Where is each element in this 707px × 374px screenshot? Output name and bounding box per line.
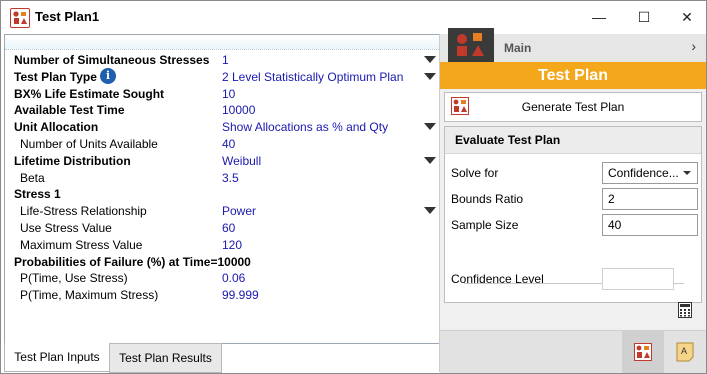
minimize-button[interactable]: — <box>576 1 622 33</box>
grid-top-strip <box>5 35 439 50</box>
control-panel: Main › Test Plan Generate Test Plan Eval… <box>439 28 706 373</box>
property-row[interactable]: Unit Allocation Show Allocations as % and… <box>5 119 439 136</box>
property-row[interactable]: BX% Life Estimate Sought 10 <box>5 86 439 103</box>
window-title: Test Plan1 <box>35 9 100 24</box>
info-icon[interactable]: i <box>100 67 116 84</box>
evaluate-test-plan-panel: Evaluate Test Plan Solve for Confidence.… <box>444 126 702 303</box>
property-value[interactable]: 40 <box>222 137 235 151</box>
chevron-down-icon <box>683 171 691 175</box>
test-plan-properties-grid: Number of Simultaneous Stresses 1 Test Pla… <box>4 34 440 344</box>
property-label: Number of Simultaneous Stresses <box>14 53 210 67</box>
property-value[interactable]: 10000 <box>222 103 255 117</box>
property-row[interactable]: Test Plan Type i 2 Level Statistically Opt… <box>5 67 439 86</box>
property-label: Available Test Time <box>14 103 125 118</box>
property-value[interactable]: 120 <box>222 238 242 252</box>
main-label: Main <box>504 41 532 55</box>
property-row[interactable]: Probabilities of Failure (%) at Time=100… <box>5 254 439 271</box>
property-value[interactable]: 99.999 <box>222 288 259 302</box>
calculator-icon[interactable] <box>678 302 692 318</box>
confidence-level-label: Confidence Level <box>451 272 544 286</box>
property-value[interactable]: Power <box>222 204 256 218</box>
test-plan-logo-icon <box>448 28 494 62</box>
evaluate-test-plan-header: Evaluate Test Plan <box>445 127 701 154</box>
property-value[interactable]: 3.5 <box>222 171 239 185</box>
test-plan-window: Test Plan1 — ☐ ✕ Number of Simultaneous … <box>0 0 707 374</box>
generate-test-plan-label: Generate Test Plan <box>521 100 625 114</box>
evaluate-test-plan-title: Evaluate Test Plan <box>455 133 561 147</box>
property-row[interactable]: Maximum Stress Value 120 <box>5 237 439 254</box>
maximize-button[interactable]: ☐ <box>621 1 667 33</box>
property-label: Unit Allocation <box>14 120 99 135</box>
close-icon: ✕ <box>681 8 693 25</box>
property-value[interactable]: Show Allocations as % and Qty <box>222 120 388 134</box>
generate-test-plan-button[interactable]: Generate Test Plan <box>444 92 702 122</box>
property-label: Number of Units Available <box>20 137 158 151</box>
property-value[interactable]: Weibull <box>222 154 261 168</box>
property-label: BX% Life Estimate Sought <box>14 86 165 101</box>
tab-test-plan-results[interactable]: Test Plan Results <box>109 343 222 373</box>
property-row[interactable]: Stress 1 <box>5 186 439 203</box>
test-plan-app-icon <box>10 8 30 28</box>
solve-for-label: Solve for <box>451 166 499 180</box>
test-plan-view-button[interactable] <box>622 331 664 373</box>
property-value[interactable]: 2 Level Statistically Optimum Plan <box>222 70 403 84</box>
control-panel-footer: A <box>440 330 706 373</box>
sample-size-label: Sample Size <box>451 218 519 232</box>
property-label: Probabilities of Failure (%) at Time=100… <box>14 254 251 269</box>
notes-button[interactable]: A <box>664 331 706 373</box>
solve-for-value: Confidence... <box>608 166 679 180</box>
close-button[interactable]: ✕ <box>664 1 707 33</box>
dropdown-arrow-icon[interactable] <box>424 72 436 80</box>
property-value[interactable]: 0.06 <box>222 271 245 285</box>
solve-for-select[interactable]: Confidence... <box>602 162 698 184</box>
dropdown-arrow-icon[interactable] <box>424 207 436 215</box>
svg-text:A: A <box>681 346 687 356</box>
property-row[interactable]: P(Time, Use Stress) 0.06 <box>5 270 439 287</box>
main-section-header[interactable]: Main › <box>440 28 706 62</box>
sample-size-value: 40 <box>608 218 622 232</box>
property-label: P(Time, Use Stress) <box>20 271 128 286</box>
property-row[interactable]: P(Time, Maximum Stress) 99.999 <box>5 287 439 304</box>
property-label: Beta <box>20 170 45 185</box>
property-row[interactable]: Use Stress Value 60 <box>5 220 439 237</box>
property-value[interactable]: 60 <box>222 221 235 235</box>
dropdown-arrow-icon[interactable] <box>424 123 436 131</box>
property-row[interactable]: Life-Stress Relationship Power <box>5 203 439 220</box>
test-plan-banner: Test Plan <box>440 62 706 89</box>
property-row[interactable]: Lifetime Distribution Weibull <box>5 153 439 170</box>
minimize-icon: — <box>592 9 606 25</box>
test-plan-icon <box>634 343 652 361</box>
property-label: Lifetime Distribution <box>14 153 131 168</box>
confidence-level-input[interactable] <box>602 268 674 290</box>
notes-icon: A <box>676 342 694 362</box>
property-row[interactable]: Number of Simultaneous Stresses 1 <box>5 52 439 69</box>
property-label: Maximum Stress Value <box>20 237 143 252</box>
tab-test-plan-inputs[interactable]: Test Plan Inputs <box>4 343 110 372</box>
property-row[interactable]: Number of Units Available 40 <box>5 136 439 153</box>
property-label: P(Time, Maximum Stress) <box>20 288 159 303</box>
property-label: Stress 1 <box>14 187 61 202</box>
property-value[interactable]: 10 <box>222 87 235 101</box>
bounds-ratio-label: Bounds Ratio <box>451 192 524 206</box>
property-row[interactable]: Available Test Time 10000 <box>5 102 439 119</box>
property-label: Use Stress Value <box>20 221 112 235</box>
dropdown-arrow-icon[interactable] <box>424 56 436 63</box>
maximize-icon: ☐ <box>637 8 651 25</box>
title-bar: Test Plan1 — ☐ ✕ <box>1 1 706 33</box>
sample-size-input[interactable]: 40 <box>602 214 698 236</box>
bounds-ratio-input[interactable]: 2 <box>602 188 698 210</box>
dropdown-arrow-icon[interactable] <box>424 156 436 164</box>
chevron-right-icon: › <box>691 38 696 54</box>
property-label: Test Plan Type <box>14 69 97 84</box>
bounds-ratio-value: 2 <box>608 192 615 206</box>
property-value[interactable]: 1 <box>222 53 229 67</box>
property-label: Life-Stress Relationship <box>20 204 147 219</box>
property-row[interactable]: Beta 3.5 <box>5 170 439 187</box>
